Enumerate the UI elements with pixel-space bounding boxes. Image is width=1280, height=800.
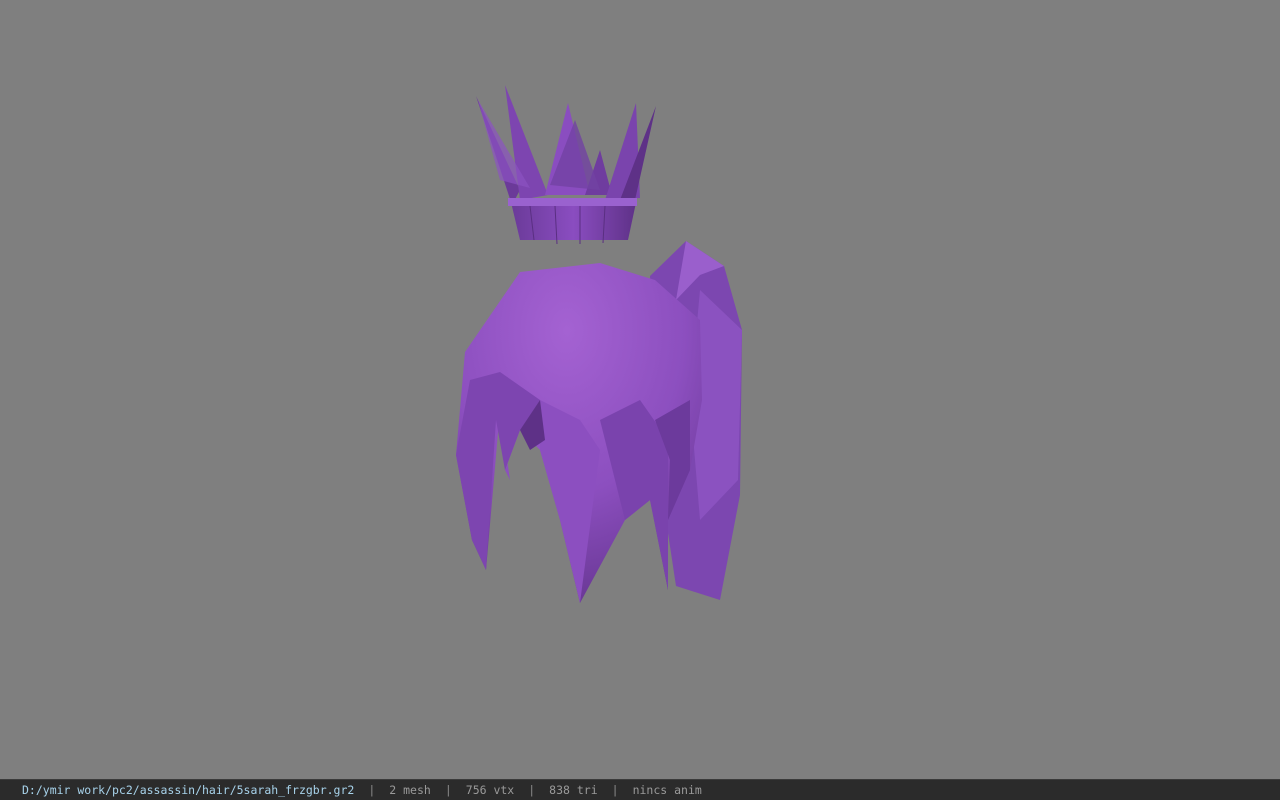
vertex-count-label: 756 vtx (465, 783, 515, 797)
separator: | (611, 783, 619, 797)
status-bar: D:/ymir work/pc2/assassin/hair/5sarah_fr… (0, 779, 1280, 800)
crown-mesh (476, 85, 656, 245)
file-path-label: D:/ymir work/pc2/assassin/hair/5sarah_fr… (22, 783, 355, 797)
animation-status-label: nincs anim (632, 783, 702, 797)
3d-viewport[interactable] (0, 0, 1280, 779)
separator: | (444, 783, 452, 797)
separator: | (368, 783, 376, 797)
model-render (456, 85, 742, 603)
separator: | (528, 783, 536, 797)
mesh-count-label: 2 mesh (389, 783, 431, 797)
hair-mesh (456, 241, 742, 603)
triangle-count-label: 838 tri (549, 783, 598, 797)
